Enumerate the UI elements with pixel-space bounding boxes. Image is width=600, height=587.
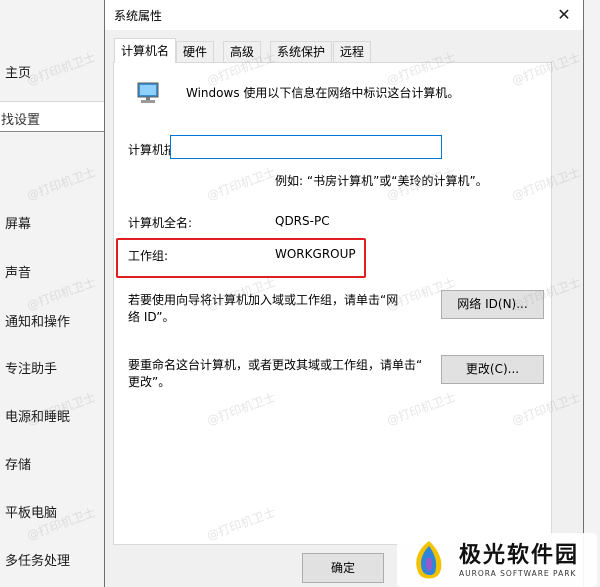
network-id-text-line2: 络 ID”。: [128, 310, 175, 324]
full-name-label: 计算机全名:: [128, 216, 193, 230]
description-example: 例如: “书房计算机”或“美玲的计算机”。: [275, 174, 488, 188]
tab-remote[interactable]: 远程: [333, 41, 372, 62]
nav-item-storage[interactable]: 存储: [5, 454, 31, 473]
logo-subtitle: AURORA SOFTWARE PARK: [459, 569, 577, 578]
workgroup-label: 工作组:: [128, 249, 169, 263]
tab-advanced[interactable]: 高级: [223, 41, 262, 62]
tab-system-protection[interactable]: 系统保护: [270, 41, 333, 62]
rename-text-line2: 更改”。: [128, 375, 171, 389]
nav-item-focus-assist[interactable]: 专注助手: [5, 358, 57, 377]
settings-search-input[interactable]: 找设置: [0, 101, 106, 132]
computer-icon: [137, 82, 159, 103]
nav-item-display[interactable]: 屏幕: [5, 213, 31, 232]
nav-item-sound[interactable]: 声音: [5, 262, 31, 281]
computer-description-input[interactable]: [170, 135, 442, 159]
tab-computer-name[interactable]: 计算机名: [114, 38, 177, 63]
nav-item-tablet[interactable]: 平板电脑: [5, 502, 57, 521]
network-id-button[interactable]: 网络 ID(N)...: [441, 290, 544, 319]
dialog-titlebar[interactable]: 系统属性 ✕: [105, 0, 583, 30]
search-placeholder: 找设置: [1, 113, 41, 128]
intro-text: Windows 使用以下信息在网络中标识这台计算机。: [186, 86, 460, 100]
nav-item-power-sleep[interactable]: 电源和睡眠: [5, 406, 70, 425]
aurora-software-park-logo: 极光软件园 AURORA SOFTWARE PARK: [397, 533, 597, 587]
tab-hardware[interactable]: 硬件: [176, 41, 215, 62]
nav-item-notifications[interactable]: 通知和操作: [5, 311, 70, 330]
rename-text-line1: 要重命名这台计算机，或者更改其域或工作组，请单击“: [128, 358, 423, 372]
workgroup-value: WORKGROUP: [275, 247, 356, 261]
nav-item-multitasking[interactable]: 多任务处理: [5, 550, 70, 569]
dialog-title: 系统属性: [114, 9, 163, 23]
nav-home[interactable]: 主页: [5, 62, 31, 81]
full-name-value: QDRS-PC: [275, 214, 330, 228]
change-button[interactable]: 更改(C)...: [441, 355, 544, 384]
close-icon[interactable]: ✕: [545, 0, 583, 30]
ok-button[interactable]: 确定: [302, 553, 384, 583]
logo-name: 极光软件园: [459, 543, 580, 568]
settings-sidebar: 主页 找设置 屏幕 声音 通知和操作 专注助手 电源和睡眠 存储 平板电脑 多任…: [0, 0, 108, 587]
network-id-text-line1: 若要使用向导将计算机加入域或工作组，请单击“网: [128, 293, 399, 307]
aurora-logo-icon: [416, 541, 442, 579]
